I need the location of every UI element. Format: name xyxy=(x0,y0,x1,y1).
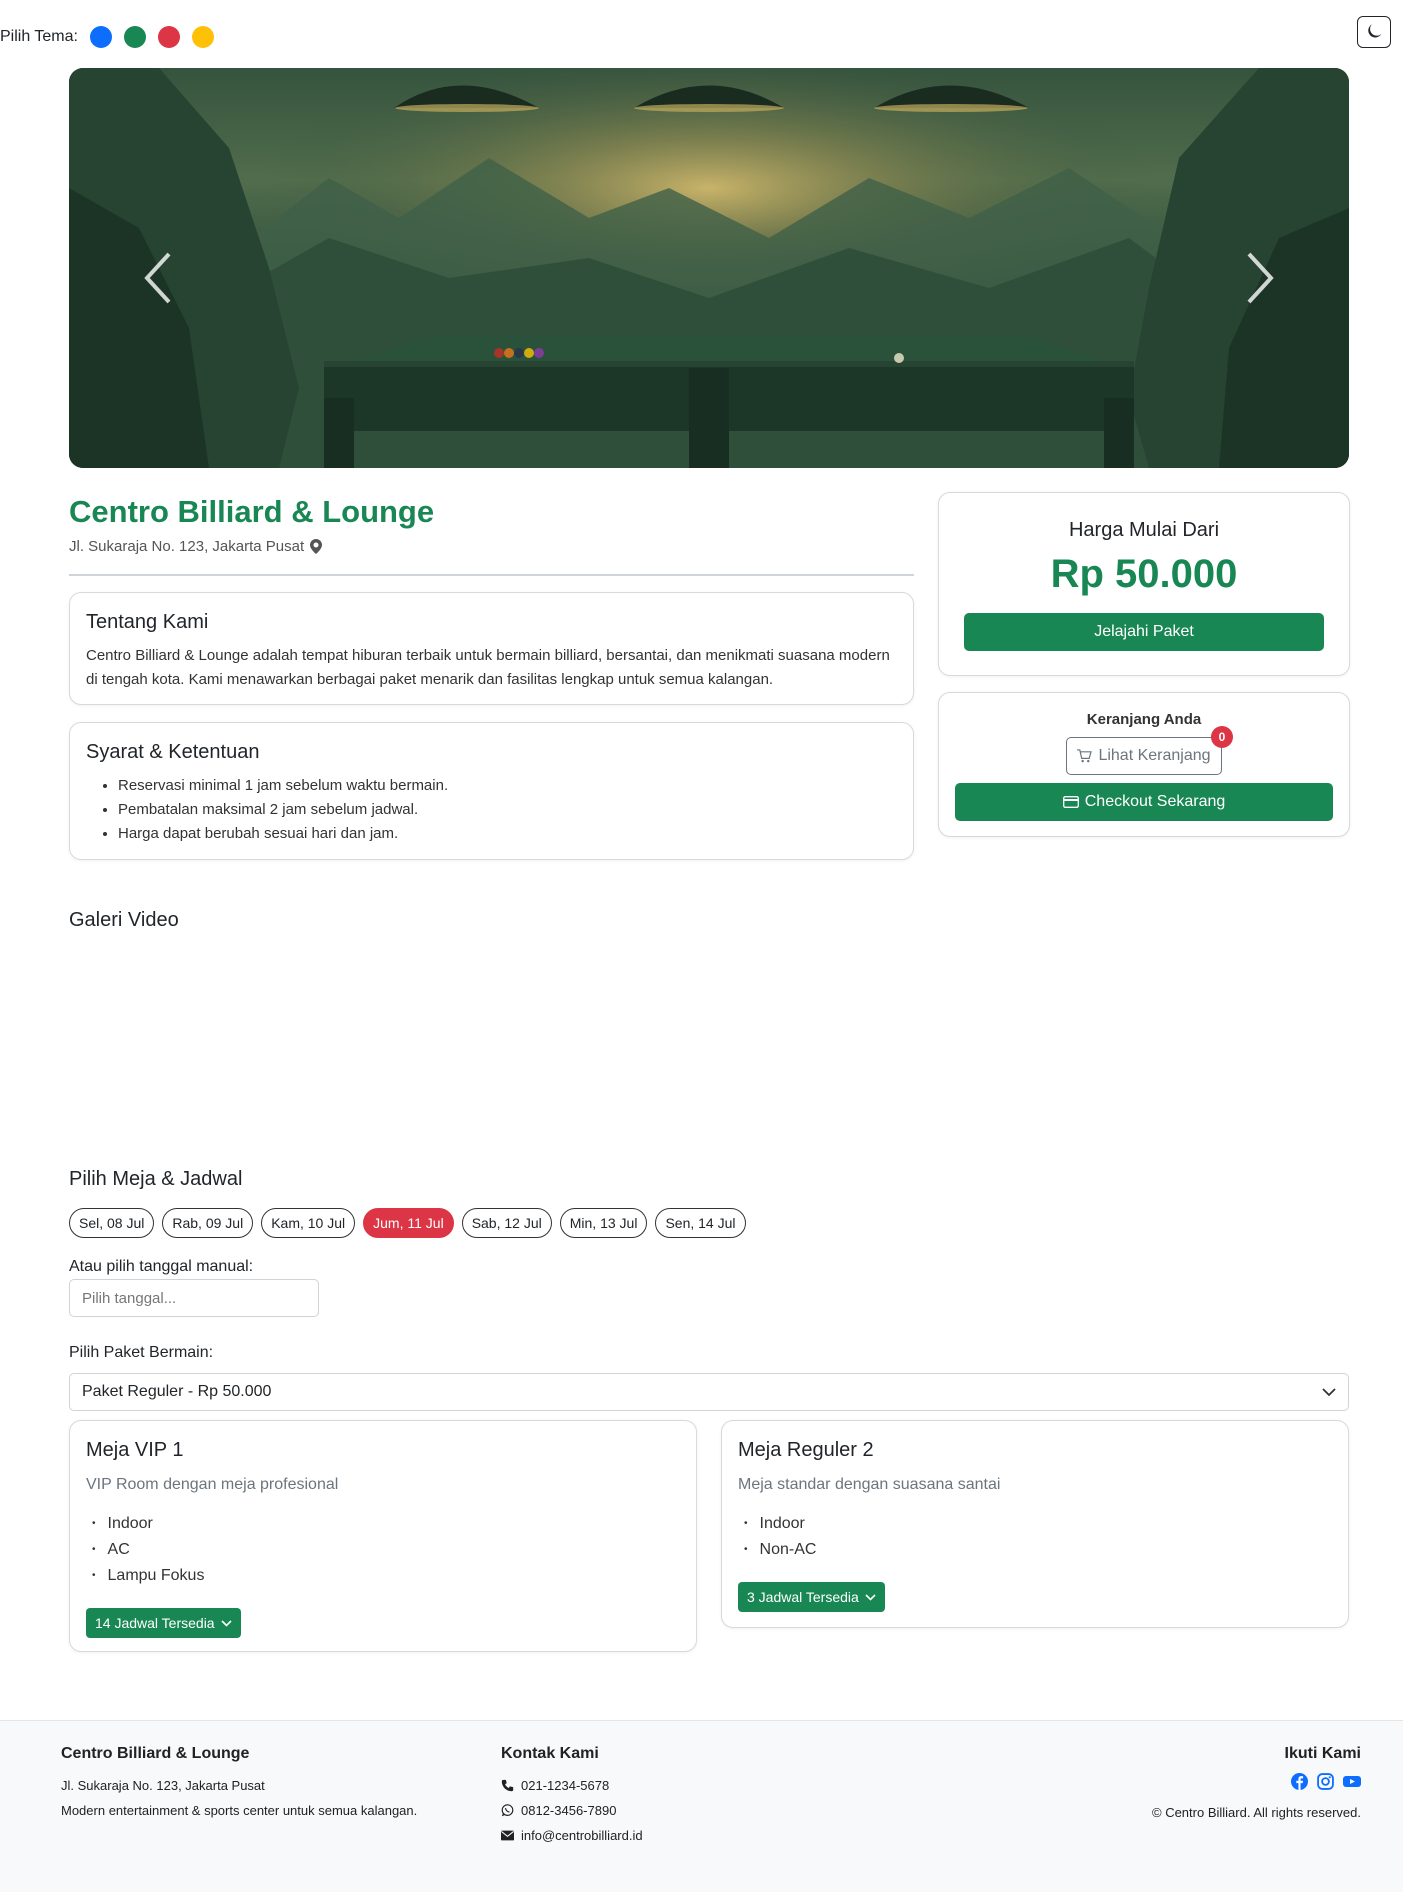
whatsapp-icon xyxy=(501,1804,514,1817)
date-picker-row: Sel, 08 Jul Rab, 09 Jul Kam, 10 Jul Jum,… xyxy=(69,1208,746,1238)
terms-item: Reservasi minimal 1 jam sebelum waktu be… xyxy=(118,774,897,798)
instagram-icon[interactable] xyxy=(1317,1773,1334,1790)
checkout-button[interactable]: Checkout Sekarang xyxy=(955,783,1333,821)
table-description: Meja standar dengan suasana santai xyxy=(738,1476,1001,1493)
phone-icon xyxy=(501,1779,514,1792)
venue-name: Centro Billiard & Lounge xyxy=(69,494,435,529)
schedule-title: Pilih Meja & Jadwal xyxy=(69,1168,243,1190)
terms-card: Syarat & Ketentuan Reservasi minimal 1 j… xyxy=(69,722,914,860)
view-cart-button[interactable]: Lihat Keranjang 0 xyxy=(1066,726,1233,775)
manual-date-input[interactable] xyxy=(69,1279,319,1317)
table-feature: Indoor xyxy=(86,1512,680,1538)
footer-email[interactable]: info@centrobilliard.id xyxy=(501,1823,643,1848)
theme-blue-swatch[interactable] xyxy=(89,26,112,48)
footer-copyright: © Centro Billiard. All rights reserved. xyxy=(1152,1805,1361,1820)
footer-social-column: Ikuti Kami © Centro Billiard. All rights… xyxy=(1152,1745,1361,1825)
footer-tagline: Modern entertainment & sports center unt… xyxy=(61,1803,418,1818)
table-feature: AC xyxy=(86,1538,680,1564)
chevron-down-icon xyxy=(865,1593,876,1601)
hero-carousel xyxy=(69,68,1349,468)
date-pill[interactable]: Sen, 14 Jul xyxy=(655,1208,746,1238)
footer: Centro Billiard & Lounge Jl. Sukaraja No… xyxy=(0,1720,1403,1892)
footer-email-text: info@centrobilliard.id xyxy=(521,1828,643,1843)
manual-date-label: Atau pilih tanggal manual: xyxy=(69,1258,254,1275)
table-features: Indoor Non-AC xyxy=(738,1512,1332,1564)
terms-item: Harga dapat berubah sesuai hari dan jam. xyxy=(118,822,897,846)
date-pill-selected[interactable]: Jum, 11 Jul xyxy=(363,1208,454,1238)
facebook-icon[interactable] xyxy=(1291,1773,1308,1790)
theme-label: Pilih Tema: xyxy=(0,28,78,45)
carousel-prev-button[interactable] xyxy=(129,248,189,308)
youtube-icon[interactable] xyxy=(1343,1773,1361,1790)
table-name: Meja VIP 1 xyxy=(86,1439,184,1461)
table-feature: Non-AC xyxy=(738,1538,1332,1564)
footer-brand: Centro Billiard & Lounge xyxy=(61,1745,250,1762)
terms-title: Syarat & Ketentuan xyxy=(86,741,260,763)
date-pill[interactable]: Min, 13 Jul xyxy=(559,1208,648,1238)
schedules-dropdown-button[interactable]: 14 Jadwal Tersedia xyxy=(86,1608,241,1638)
footer-contact-title: Kontak Kami xyxy=(501,1745,599,1762)
cart-icon xyxy=(1077,749,1093,763)
explore-packages-button[interactable]: Jelajahi Paket xyxy=(964,613,1324,651)
terms-item: Pembatalan maksimal 2 jam sebelum jadwal… xyxy=(118,798,897,822)
hero-image xyxy=(69,68,1349,468)
price-label: Harga Mulai Dari xyxy=(1068,519,1220,541)
theme-green-swatch[interactable] xyxy=(123,26,146,48)
schedules-label: 14 Jadwal Tersedia xyxy=(95,1615,215,1631)
table-name: Meja Reguler 2 xyxy=(738,1439,874,1461)
about-text: Centro Billiard & Lounge adalah tempat h… xyxy=(86,647,890,688)
footer-contact-column: Kontak Kami 021-1234-5678 0812-3456-7890… xyxy=(501,1745,643,1848)
chevron-left-icon xyxy=(144,252,171,304)
date-pill[interactable]: Rab, 09 Jul xyxy=(162,1208,254,1238)
terms-list: Reservasi minimal 1 jam sebelum waktu be… xyxy=(86,774,897,846)
date-pill[interactable]: Sel, 08 Jul xyxy=(69,1208,155,1238)
credit-card-icon xyxy=(1062,796,1079,808)
footer-whatsapp-text: 0812-3456-7890 xyxy=(521,1803,617,1818)
dark-mode-toggle[interactable] xyxy=(1357,16,1391,48)
package-selected-value: Paket Reguler - Rp 50.000 xyxy=(82,1383,272,1400)
about-card: Tentang Kami Centro Billiard & Lounge ad… xyxy=(69,592,914,705)
table-description: VIP Room dengan meja profesional xyxy=(86,1476,339,1493)
schedules-dropdown-button[interactable]: 3 Jadwal Tersedia xyxy=(738,1582,885,1612)
theme-picker: Pilih Tema: xyxy=(0,26,214,48)
carousel-next-button[interactable] xyxy=(1229,248,1289,308)
schedules-label: 3 Jadwal Tersedia xyxy=(747,1589,859,1605)
cart-title: Keranjang Anda xyxy=(1086,711,1202,728)
view-cart-label: Lihat Keranjang xyxy=(1098,747,1211,764)
table-feature: Lampu Fokus xyxy=(86,1564,680,1590)
table-card: Meja VIP 1 VIP Room dengan meja profesio… xyxy=(69,1420,697,1652)
footer-follow-title: Ikuti Kami xyxy=(1284,1745,1361,1762)
gallery-title: Galeri Video xyxy=(69,909,179,931)
checkout-label: Checkout Sekarang xyxy=(1084,793,1226,810)
chevron-down-icon xyxy=(221,1619,232,1627)
venue-address: Jl. Sukaraja No. 123, Jakarta Pusat xyxy=(69,538,323,555)
footer-phone-text: 021-1234-5678 xyxy=(521,1778,610,1793)
chevron-right-icon xyxy=(1247,252,1274,304)
cart-card: Keranjang Anda Lihat Keranjang 0 Checkou… xyxy=(938,692,1350,837)
table-feature: Indoor xyxy=(738,1512,1332,1538)
date-pill[interactable]: Kam, 10 Jul xyxy=(261,1208,356,1238)
envelope-icon xyxy=(501,1830,514,1841)
footer-brand-column: Centro Billiard & Lounge Jl. Sukaraja No… xyxy=(61,1745,417,1823)
moon-icon xyxy=(1368,24,1382,38)
theme-yellow-swatch[interactable] xyxy=(191,26,214,48)
footer-whatsapp[interactable]: 0812-3456-7890 xyxy=(501,1798,643,1823)
price-card: Harga Mulai Dari Rp 50.000 Jelajahi Pake… xyxy=(938,492,1350,676)
table-features: Indoor AC Lampu Fokus xyxy=(86,1512,680,1590)
divider xyxy=(69,574,914,576)
package-label: Pilih Paket Bermain: xyxy=(69,1344,214,1361)
venue-address-text: Jl. Sukaraja No. 123, Jakarta Pusat xyxy=(69,538,305,555)
date-pill[interactable]: Sab, 12 Jul xyxy=(461,1208,552,1238)
footer-address: Jl. Sukaraja No. 123, Jakarta Pusat xyxy=(61,1778,265,1793)
about-title: Tentang Kami xyxy=(86,611,209,633)
table-card: Meja Reguler 2 Meja standar dengan suasa… xyxy=(721,1420,1349,1628)
social-links xyxy=(1152,1773,1361,1790)
package-select[interactable]: Paket Reguler - Rp 50.000 xyxy=(69,1373,1349,1411)
footer-phone[interactable]: 021-1234-5678 xyxy=(501,1773,643,1798)
map-pin-icon xyxy=(310,539,323,554)
theme-red-swatch[interactable] xyxy=(157,26,180,48)
price-value: Rp 50.000 xyxy=(1050,552,1238,596)
cart-count-badge: 0 xyxy=(1211,726,1233,748)
chevron-down-icon xyxy=(1322,1387,1336,1396)
